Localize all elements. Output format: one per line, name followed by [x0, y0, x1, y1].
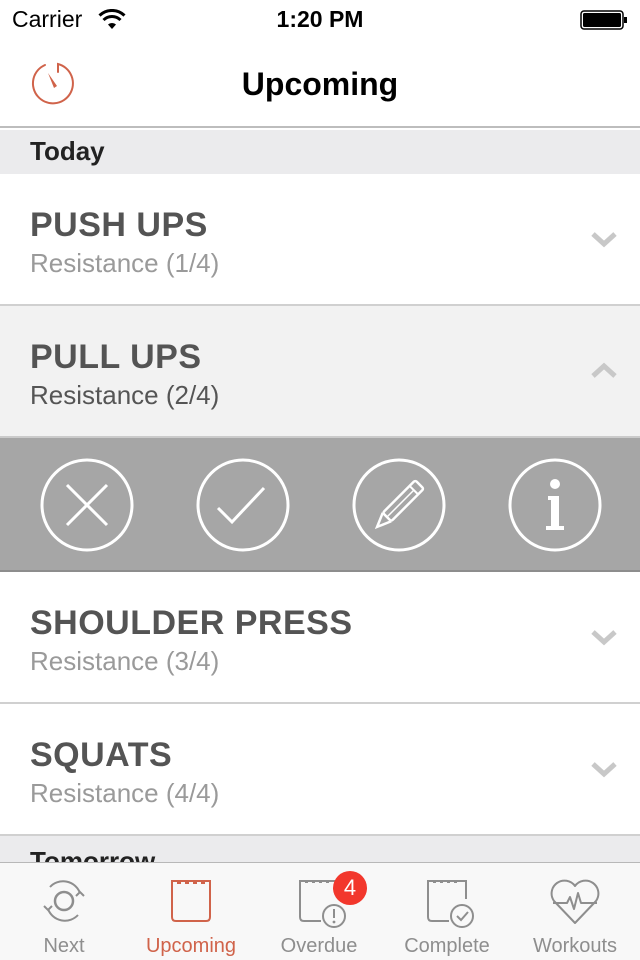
workout-subtitle: Resistance (2/4)	[30, 380, 220, 410]
tab-label: Upcoming	[145, 935, 237, 957]
tab-bar: Next Upcoming 4 Overdue Complete Workout…	[0, 862, 640, 960]
workout-row-pull-ups[interactable]: PULL UPS Resistance (2/4)	[0, 306, 640, 438]
section-header-tomorrow: Tomorrow	[0, 836, 640, 862]
check-circle-icon[interactable]	[196, 458, 290, 552]
battery-icon	[580, 10, 627, 30]
clock: 1:20 PM	[276, 6, 364, 32]
tab-workouts[interactable]: Workouts	[511, 863, 639, 960]
section-header-label: Today	[30, 136, 105, 166]
pencil-circle-icon[interactable]	[352, 458, 446, 552]
overdue-count-badge: 4	[333, 871, 367, 905]
workout-row-shoulder-press[interactable]: SHOULDER PRESS Resistance (3/4)	[0, 572, 640, 704]
notepad-check-icon	[427, 880, 474, 928]
workout-row-squats[interactable]: SQUATS Resistance (4/4)	[0, 704, 640, 836]
tab-label: Next	[43, 935, 85, 957]
tab-label: Overdue	[280, 935, 358, 957]
workout-subtitle: Resistance (4/4)	[30, 778, 220, 808]
workout-title: PULL UPS	[30, 338, 202, 376]
workout-subtitle: Resistance (3/4)	[30, 646, 220, 676]
heart-pulse-icon	[550, 879, 600, 924]
workout-title: SHOULDER PRESS	[30, 604, 353, 642]
tab-label: Workouts	[532, 935, 618, 957]
status-bar: Carrier 1:20 PM	[0, 0, 640, 40]
notepad-icon	[171, 880, 211, 922]
tab-complete[interactable]: Complete	[383, 863, 511, 960]
navigation-bar: Upcoming	[0, 40, 640, 128]
action-tray	[0, 436, 640, 572]
tab-label: Complete	[404, 935, 490, 957]
chevron-up-icon[interactable]	[590, 360, 618, 382]
page-title: Upcoming	[241, 66, 399, 102]
section-header-today: Today	[0, 130, 640, 174]
chevron-down-icon[interactable]	[590, 626, 618, 648]
tab-overdue[interactable]: 4 Overdue	[255, 863, 383, 960]
workout-subtitle: Resistance (1/4)	[30, 248, 220, 278]
chevron-down-icon[interactable]	[590, 758, 618, 780]
close-circle-icon[interactable]	[40, 458, 134, 552]
workout-row-push-ups[interactable]: PUSH UPS Resistance (1/4)	[0, 174, 640, 306]
tab-next[interactable]: Next	[0, 863, 128, 960]
refresh-circle-icon	[43, 880, 85, 922]
workout-title: PUSH UPS	[30, 206, 208, 244]
chevron-down-icon[interactable]	[590, 228, 618, 250]
info-circle-icon[interactable]	[508, 458, 602, 552]
workout-title: SQUATS	[30, 736, 173, 774]
section-header-label: Tomorrow	[30, 846, 156, 862]
tab-upcoming[interactable]: Upcoming	[127, 863, 255, 960]
